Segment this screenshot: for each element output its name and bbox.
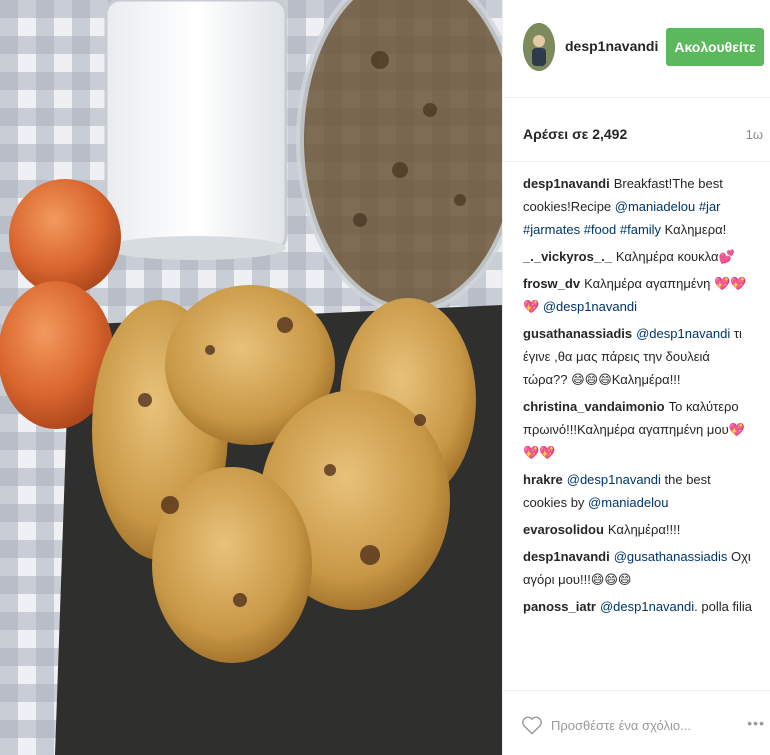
comments-list: desp1navandi Breakfast!The best cookies!R… [523,172,755,622]
comment-link[interactable]: #family [620,222,661,237]
avatar-photo-icon [523,23,555,71]
comment-item: _._vickyros_._ Καλημέρα κουκλα💕 [523,245,755,268]
comment-link[interactable]: @gusathanassiadis [614,549,728,564]
comment-link[interactable]: #jarmates [523,222,580,237]
comment-item: hrakre @desp1navandi the best cookies by … [523,468,755,514]
comment-username[interactable]: evarosolidou [523,522,604,537]
likes-row: Αρέσει σε 2,492 1ω [503,98,770,162]
more-options-icon[interactable]: ••• [747,715,765,731]
comment-text: Καλημέρα!!!! [607,522,681,537]
comment-username[interactable]: frosw_dv [523,276,580,291]
comment-item: desp1navandi @gusathanassiadis Οχι αγόρι … [523,545,755,591]
comment-username[interactable]: hrakre [523,472,563,487]
post-timestamp[interactable]: 1ω [746,127,763,142]
comment-username[interactable]: desp1navandi [523,549,610,564]
comment-link[interactable]: @desp1navandi [543,299,637,314]
comment-link[interactable]: @desp1navandi [567,472,661,487]
comment-username[interactable]: _._vickyros_._ [523,249,612,264]
comment-footer: ••• [503,690,770,755]
heart-outline-icon[interactable] [521,715,543,735]
comment-text: Καλημερα! [661,222,727,237]
post-side-panel: desp1navandi Ακολουθείτε Αρέσει σε 2,492… [502,0,770,755]
comment-item: desp1navandi Breakfast!The best cookies!R… [523,172,755,241]
comment-link[interactable]: #jar [699,199,721,214]
comment-username[interactable]: gusathanassiadis [523,326,632,341]
comment-item: gusathanassiadis @desp1navandi τι έγινε ,… [523,322,755,391]
comment-link[interactable]: @desp1navandi [636,326,730,341]
comment-link[interactable]: #food [584,222,617,237]
comment-text: . polla filia [694,599,752,614]
comment-username[interactable]: desp1navandi [523,176,610,191]
comment-input[interactable] [551,713,721,737]
likes-count[interactable]: Αρέσει σε 2,492 [523,126,627,142]
comment-item: panoss_iatr @desp1navandi. polla filia [523,595,755,618]
author-username[interactable]: desp1navandi [565,38,658,54]
cookies-photo-illustration [0,0,502,755]
comment-link[interactable]: @desp1navandi [600,599,694,614]
post-header: desp1navandi Ακολουθείτε [503,0,770,98]
avatar[interactable] [523,23,555,71]
follow-button[interactable]: Ακολουθείτε [666,28,764,66]
comment-username[interactable]: panoss_iatr [523,599,596,614]
post-photo[interactable] [0,0,502,755]
comment-text: Καλημέρα κουκλα💕 [615,249,735,264]
comment-item: christina_vandaimonio Το καλύτερο πρωινό!… [523,395,755,464]
comment-item: evarosolidou Καλημέρα!!!! [523,518,755,541]
comment-item: frosw_dv Καλημέρα αγαπημένη 💖💖💖 @desp1nav… [523,272,755,318]
comment-link[interactable]: @maniadelou [615,199,695,214]
comment-username[interactable]: christina_vandaimonio [523,399,665,414]
comment-link[interactable]: @maniadelou [588,495,668,510]
